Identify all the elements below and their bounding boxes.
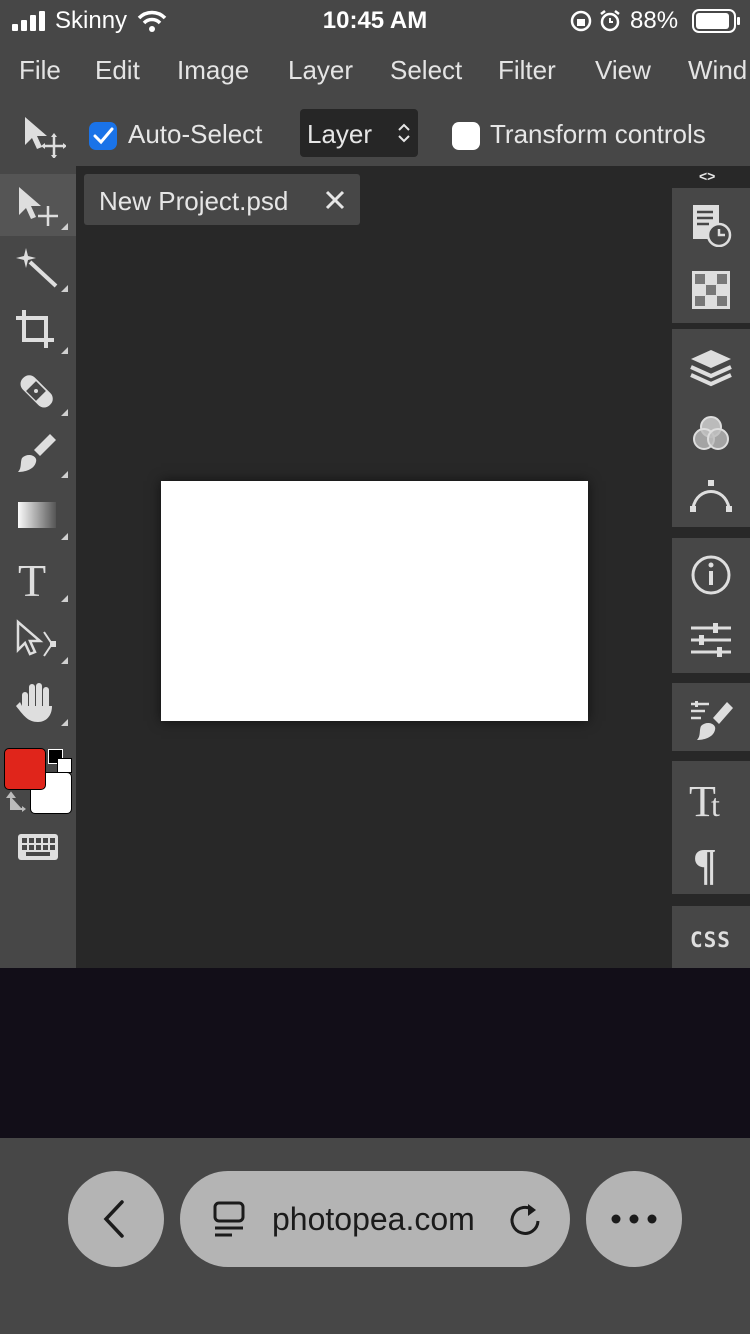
panel-group-6: CSS bbox=[672, 906, 750, 968]
svg-text:¶: ¶ bbox=[693, 840, 717, 887]
panel-dock: <> T t ¶ CSS bbox=[672, 166, 750, 968]
menu-view[interactable]: View bbox=[595, 55, 651, 86]
layer-select-value: Layer bbox=[307, 119, 373, 149]
menu-layer[interactable]: Layer bbox=[288, 55, 353, 86]
check-icon bbox=[93, 127, 114, 145]
panel-group-2 bbox=[672, 329, 750, 527]
page-menu-icon[interactable] bbox=[212, 1200, 246, 1238]
type-icon: T bbox=[18, 556, 46, 600]
status-bar: Skinny 10:45 AM 88% bbox=[0, 0, 750, 42]
menu-window[interactable]: Wind bbox=[688, 55, 747, 86]
info-icon bbox=[691, 555, 731, 595]
transform-controls-checkbox[interactable] bbox=[452, 122, 480, 150]
address-bar[interactable]: photopea.com bbox=[180, 1171, 570, 1267]
hand-icon bbox=[16, 683, 52, 722]
auto-select-label: Auto-Select bbox=[128, 119, 263, 149]
history-panel-button[interactable] bbox=[672, 191, 750, 253]
css-panel-button[interactable]: CSS bbox=[690, 928, 731, 952]
reload-icon[interactable] bbox=[508, 1201, 542, 1237]
panel-group-4 bbox=[672, 683, 750, 751]
info-panel-button[interactable] bbox=[672, 541, 750, 603]
swatches-panel-button[interactable] bbox=[672, 256, 750, 318]
gradient-icon bbox=[18, 502, 56, 528]
document-canvas[interactable] bbox=[161, 481, 588, 721]
path-select-icon bbox=[16, 619, 56, 657]
bandage-icon bbox=[20, 375, 53, 408]
paragraph-panel-button[interactable]: ¶ bbox=[672, 827, 750, 889]
brush-settings-icon bbox=[691, 701, 733, 740]
auto-select-target-select[interactable]: Layer bbox=[300, 109, 418, 157]
options-bar: Auto-Select Layer Transform controls bbox=[0, 102, 750, 166]
dock-collapse-toggle[interactable]: <> bbox=[699, 168, 715, 184]
character-panel-button[interactable]: T t bbox=[672, 764, 750, 826]
menu-select[interactable]: Select bbox=[390, 55, 462, 86]
swap-colors-icon[interactable] bbox=[6, 791, 28, 813]
menu-edit[interactable]: Edit bbox=[95, 55, 140, 86]
keyboard-icon[interactable] bbox=[18, 834, 58, 860]
type-tool-button[interactable]: T bbox=[0, 546, 76, 608]
paragraph-icon: ¶ bbox=[693, 840, 717, 887]
chevron-left-icon bbox=[103, 1200, 124, 1238]
brush-icon bbox=[18, 434, 56, 472]
svg-text:t: t bbox=[711, 787, 720, 823]
paths-panel-button[interactable] bbox=[672, 462, 750, 524]
document-tab-title: New Project.psd bbox=[99, 186, 289, 216]
swatches-icon bbox=[692, 271, 730, 309]
menu-bar: File Edit Image Layer Select Filter View… bbox=[0, 42, 750, 102]
brush-tool-button[interactable] bbox=[0, 422, 76, 484]
channels-panel-button[interactable] bbox=[672, 399, 750, 461]
layers-panel-button[interactable] bbox=[672, 334, 750, 396]
panel-group-3 bbox=[672, 538, 750, 673]
battery-icon bbox=[692, 9, 740, 33]
channels-icon bbox=[693, 416, 729, 450]
back-button[interactable] bbox=[68, 1171, 164, 1267]
crop-tool-button[interactable] bbox=[0, 298, 76, 360]
history-icon bbox=[693, 205, 732, 247]
move-tool-button[interactable] bbox=[0, 174, 76, 236]
layers-icon bbox=[690, 350, 732, 387]
move-icon bbox=[19, 187, 58, 226]
adjustments-sliders-icon bbox=[691, 623, 731, 657]
close-icon[interactable] bbox=[324, 189, 346, 211]
canvas-workspace[interactable]: New Project.psd bbox=[76, 166, 672, 968]
path-select-tool-button[interactable] bbox=[0, 608, 76, 670]
magic-wand-tool-button[interactable] bbox=[0, 236, 76, 298]
healing-brush-tool-button[interactable] bbox=[0, 360, 76, 422]
transform-controls-label: Transform controls bbox=[490, 119, 706, 149]
panel-group-5: T t ¶ bbox=[672, 761, 750, 894]
brush-settings-panel-button[interactable] bbox=[672, 686, 750, 748]
character-type-icon: T t bbox=[689, 777, 720, 824]
tools-panel: T bbox=[0, 166, 76, 968]
url-text: photopea.com bbox=[272, 1201, 475, 1237]
properties-panel-button[interactable] bbox=[672, 606, 750, 668]
updown-chevron-icon bbox=[398, 123, 410, 143]
page-background-strip bbox=[0, 968, 750, 1138]
panel-group-1 bbox=[672, 188, 750, 323]
document-tab[interactable]: New Project.psd bbox=[84, 174, 360, 225]
paths-icon bbox=[690, 480, 732, 512]
rotation-lock-icon bbox=[570, 10, 592, 32]
alarm-icon bbox=[600, 10, 620, 32]
ellipsis-icon bbox=[611, 1214, 657, 1224]
magic-wand-icon bbox=[16, 248, 58, 288]
menu-image[interactable]: Image bbox=[177, 55, 249, 86]
hand-tool-button[interactable] bbox=[0, 670, 76, 732]
gradient-tool-button[interactable] bbox=[0, 484, 76, 546]
svg-text:T: T bbox=[18, 556, 46, 600]
default-colors-bg-icon bbox=[57, 758, 72, 773]
foreground-color-swatch[interactable] bbox=[4, 748, 46, 790]
menu-filter[interactable]: Filter bbox=[498, 55, 556, 86]
battery-percent: 88% bbox=[630, 7, 679, 34]
move-tool-icon bbox=[25, 117, 66, 158]
more-options-button[interactable] bbox=[586, 1171, 682, 1267]
crop-icon bbox=[16, 310, 54, 348]
browser-toolbar: photopea.com bbox=[0, 1138, 750, 1334]
menu-file[interactable]: File bbox=[19, 55, 61, 86]
auto-select-checkbox[interactable] bbox=[89, 122, 117, 150]
